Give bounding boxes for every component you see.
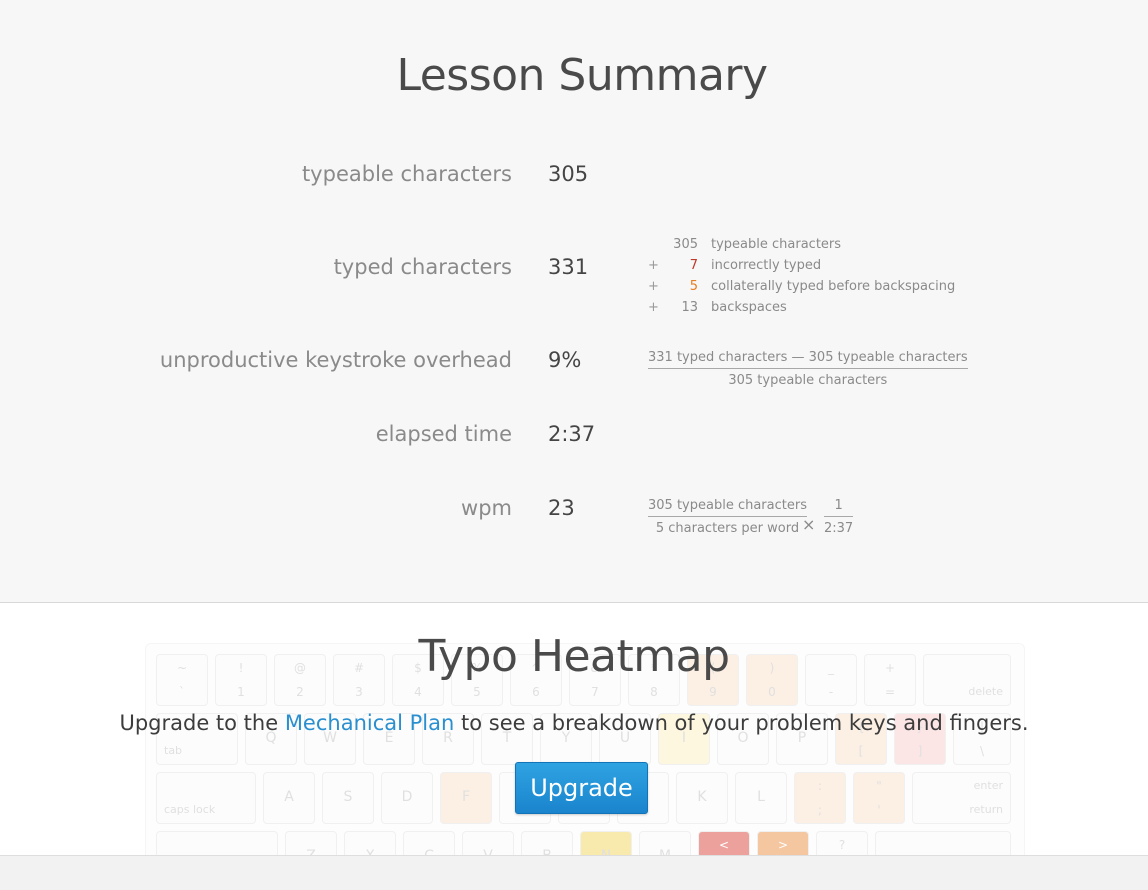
mechanical-plan-link[interactable]: Mechanical Plan	[285, 711, 455, 735]
breakdown-operator: +	[648, 300, 659, 315]
breakdown-operator: +	[648, 279, 659, 294]
lesson-summary-section: Lesson Summary typeable characters 305 t…	[0, 0, 1148, 602]
upgrade-prefix: Upgrade to the	[119, 711, 285, 735]
breakdown-text: collaterally typed before backspacing	[711, 279, 956, 294]
breakdown-number: 7	[689, 258, 698, 273]
key-l: L	[735, 772, 787, 824]
upgrade-button[interactable]: Upgrade	[515, 762, 648, 814]
key-slash: ?/	[816, 831, 868, 855]
wpm-fraction-2-numerator: 1	[824, 498, 854, 517]
typed-characters-value: 331	[548, 255, 589, 279]
key-c: C	[403, 831, 455, 855]
breakdown-text: incorrectly typed	[711, 258, 822, 273]
key-k: K	[676, 772, 728, 824]
key-x: X	[344, 831, 396, 855]
breakdown-text: typeable characters	[711, 237, 842, 252]
key-period: >.	[757, 831, 809, 855]
breakdown-number: 13	[681, 300, 698, 315]
key-b: B	[521, 831, 573, 855]
wpm-value: 23	[548, 496, 575, 520]
elapsed-time-label: elapsed time	[375, 422, 512, 446]
key-s: S	[322, 772, 374, 824]
bottom-bar	[0, 855, 1148, 890]
overhead-formula: 331 typed characters — 305 typeable char…	[648, 350, 968, 388]
overhead-denominator: 305 typeable characters	[728, 373, 888, 388]
typeable-characters-label: typeable characters	[301, 162, 512, 186]
overhead-value: 9%	[548, 348, 582, 372]
key-enter: enter return	[912, 772, 1011, 824]
upgrade-suffix: to see a breakdown of your problem keys …	[454, 711, 1029, 735]
key-z: Z	[285, 831, 337, 855]
wpm-formula-fraction-1: 305 typeable characters 5 characters per…	[648, 498, 807, 536]
key-n: N	[580, 831, 632, 855]
key-m: M	[639, 831, 691, 855]
wpm-label: wpm	[461, 496, 512, 520]
key-right-shift	[875, 831, 1011, 855]
typo-heatmap-section: ~ ` ! 1 @2 #3 $4 % 5 ^ 6 & 7 * 8 (9 ) 0 _ - + = d…	[0, 603, 1148, 855]
typeable-characters-value: 305	[548, 162, 589, 186]
key-d: D	[381, 772, 433, 824]
key-v: V	[462, 831, 514, 855]
wpm-fraction-1-numerator: 305 typeable characters	[648, 498, 807, 517]
key-semicolon: :;	[794, 772, 846, 824]
typo-heatmap-title: Typo Heatmap	[418, 631, 730, 682]
overhead-numerator: 331 typed characters — 305 typeable char…	[648, 350, 968, 369]
breakdown-number: 5	[689, 279, 698, 294]
multiply-icon: ×	[802, 515, 816, 534]
breakdown-text: backspaces	[711, 300, 787, 315]
key-left-shift	[156, 831, 278, 855]
key-quote: " '	[853, 772, 905, 824]
lesson-summary-title: Lesson Summary	[396, 50, 768, 101]
typed-characters-label: typed characters	[333, 255, 512, 279]
key-caps-lock: caps lock	[156, 772, 256, 824]
wpm-fraction-1-denominator: 5 characters per word	[655, 521, 800, 536]
elapsed-time-value: 2:37	[548, 422, 596, 446]
upgrade-message: Upgrade to the Mechanical Plan to see a …	[0, 711, 1148, 735]
key-comma: <,	[698, 831, 750, 855]
wpm-fraction-2-denominator: 2:37	[824, 521, 854, 536]
overhead-label: unproductive keystroke overhead	[159, 348, 512, 372]
key-a: A	[263, 772, 315, 824]
breakdown-number: 305	[673, 237, 698, 252]
wpm-formula-fraction-2: 1 2:37	[824, 498, 854, 536]
key-f: F	[440, 772, 492, 824]
breakdown-operator: +	[648, 258, 659, 273]
